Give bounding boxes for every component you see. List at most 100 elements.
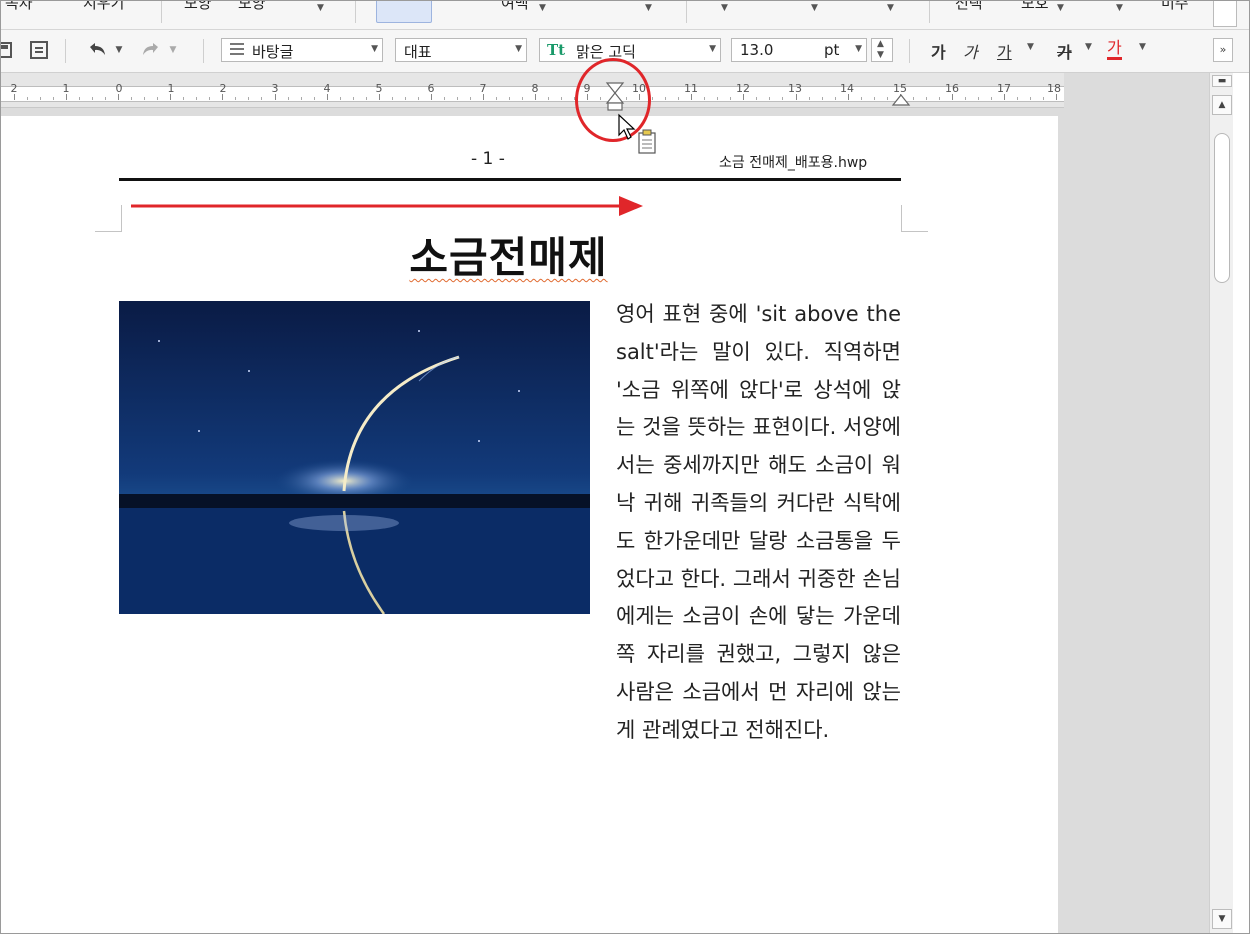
ruler-minor-tick [756, 97, 758, 100]
document-body-text[interactable]: 영어 표현 중에 'sit above the salt'라는 말이 있다. 직… [616, 296, 901, 750]
ribbon-separator [355, 1, 356, 23]
ruler-minor-tick [495, 97, 497, 100]
chevron-down-icon[interactable]: ▼ [887, 3, 894, 13]
font-size-unit: pt [824, 41, 840, 59]
chevron-down-icon[interactable]: ▼ [539, 3, 546, 13]
ruler-tick [274, 94, 276, 100]
ruler-tick [14, 94, 15, 100]
ruler-minor-tick [339, 97, 341, 100]
right-indent-marker[interactable] [891, 81, 911, 111]
ruler-tick [482, 94, 484, 100]
font-size-input[interactable]: 13.0 pt ▼ [731, 38, 867, 62]
toolbar-separator [909, 39, 910, 63]
chevron-down-icon[interactable]: ▼ [167, 38, 179, 62]
italic-button[interactable]: 가 [963, 39, 978, 63]
document-page[interactable]: - 1 - 소금 전매제_배포용.hwp 소금전매제 영어 표현 중에 'sit… [1, 116, 1058, 933]
chevron-down-icon[interactable]: ▼ [1057, 3, 1064, 13]
font-color-button[interactable]: 가 [1107, 39, 1122, 60]
ribbon-item-protect[interactable]: 보호 [1021, 1, 1049, 13]
scroll-down-icon[interactable]: ▼ [1212, 909, 1232, 929]
chevron-down-icon[interactable]: ▼ [709, 44, 716, 54]
chevron-down-icon[interactable]: ▼ [721, 3, 728, 13]
ruler-minor-tick [417, 97, 419, 100]
ruler-minor-tick [860, 97, 862, 100]
bold-button[interactable]: 가 [931, 39, 946, 63]
ruler-minor-tick [1029, 97, 1031, 100]
toolbar-expand-icon[interactable]: » [1213, 38, 1233, 62]
ruler-tick [535, 94, 536, 100]
chevron-down-icon[interactable]: ▼ [371, 44, 378, 54]
ruler-minor-tick [548, 97, 550, 100]
ruler-tick [66, 94, 68, 100]
ruler-minor-tick [105, 97, 107, 100]
ruler-tick [222, 94, 224, 100]
ruler-tick [1056, 94, 1057, 100]
ribbon-item-endnote[interactable]: 미주 [1161, 1, 1189, 13]
ribbon-item-erase[interactable]: 지우기 [83, 1, 124, 13]
ruler-minor-tick [1042, 97, 1044, 100]
ribbon-collapse-box[interactable] [1213, 1, 1237, 27]
ruler-minor-tick [873, 97, 875, 100]
undo-icon[interactable] [85, 38, 109, 62]
underline-button[interactable]: 가 [997, 39, 1012, 63]
ribbon-item-toc[interactable]: 목차 [5, 1, 33, 13]
ribbon-row: 목차 지우기 모양 모양 ▼ 여백 ▼ ▼ ▼ ▼ ▼ 전택 보호 ▼ ▼ 미주 [1, 1, 1249, 30]
toolbar-separator [65, 39, 66, 63]
redo-icon[interactable] [139, 38, 163, 62]
chevron-down-icon[interactable]: ▼ [1027, 42, 1034, 52]
stepper-down-icon[interactable]: ▼ [877, 50, 884, 60]
ribbon-item-shape-1[interactable]: 모양 [184, 1, 212, 13]
ruler-minor-tick [990, 97, 992, 100]
scroll-up-icon[interactable]: ▲ [1212, 95, 1232, 115]
window-edge [1233, 73, 1249, 933]
language-select[interactable]: 대표 ▼ [395, 38, 527, 62]
font-size-stepper[interactable]: ▲ ▼ [871, 38, 893, 62]
scroll-thumb[interactable] [1214, 133, 1230, 283]
ruler-tick [743, 94, 745, 100]
ruler-tick [691, 94, 693, 100]
ruler-label: 18 [1047, 82, 1061, 95]
ruler-minor-tick [678, 97, 680, 100]
chevron-down-icon[interactable]: ▼ [113, 38, 125, 62]
scroll-split-icon[interactable]: ▬ [1212, 75, 1232, 87]
rocket-launch-photo[interactable] [119, 301, 590, 614]
ribbon-item-shape-2[interactable]: 모양 [238, 1, 266, 13]
vertical-scrollbar[interactable]: ▬ ▲ ▼ [1209, 73, 1234, 933]
save-icon[interactable] [1, 38, 15, 62]
paragraph-style-select[interactable]: 바탕글 ▼ [221, 38, 383, 62]
mouse-cursor-icon [618, 113, 656, 154]
strikethrough-button[interactable]: 가 [1057, 39, 1072, 63]
chevron-down-icon[interactable]: ▼ [855, 44, 862, 54]
font-family-select[interactable]: Tt 맑은 고딕 ▼ [539, 38, 721, 62]
chevron-down-icon[interactable]: ▼ [645, 3, 652, 13]
ruler-minor-tick [704, 97, 706, 100]
ruler-tick [430, 94, 432, 100]
header-file-name: 소금 전매제_배포용.hwp [719, 155, 868, 171]
ribbon-selected-button[interactable] [376, 1, 432, 23]
ruler-minor-tick [652, 97, 654, 100]
ruler-tick [118, 94, 120, 100]
ruler-minor-tick [730, 97, 732, 100]
chevron-down-icon[interactable]: ▼ [1085, 42, 1092, 52]
font-type-icon: Tt [547, 41, 566, 59]
ruler-minor-tick [365, 97, 367, 100]
chevron-down-icon[interactable]: ▼ [317, 3, 324, 13]
toolbar-separator [203, 39, 204, 63]
ribbon-separator [929, 1, 930, 23]
ruler-minor-tick [196, 97, 198, 100]
ruler-minor-tick [391, 97, 393, 100]
chevron-down-icon[interactable]: ▼ [515, 44, 522, 54]
chevron-down-icon[interactable]: ▼ [811, 3, 818, 13]
chevron-down-icon[interactable]: ▼ [1139, 42, 1146, 52]
stepper-up-icon[interactable]: ▲ [877, 39, 884, 49]
ruler-minor-tick [808, 97, 810, 100]
chevron-down-icon[interactable]: ▼ [1116, 3, 1123, 13]
ribbon-item-select[interactable]: 전택 [955, 1, 983, 13]
document-title[interactable]: 소금전매제 [1, 224, 1016, 285]
ruler-minor-tick [40, 97, 42, 100]
ruler-minor-tick [782, 97, 784, 100]
ribbon-item-margin[interactable]: 여백 [501, 1, 529, 13]
workspace-margin [1064, 73, 1209, 933]
ruler-minor-tick [821, 97, 823, 100]
page-setup-icon[interactable] [27, 38, 51, 62]
